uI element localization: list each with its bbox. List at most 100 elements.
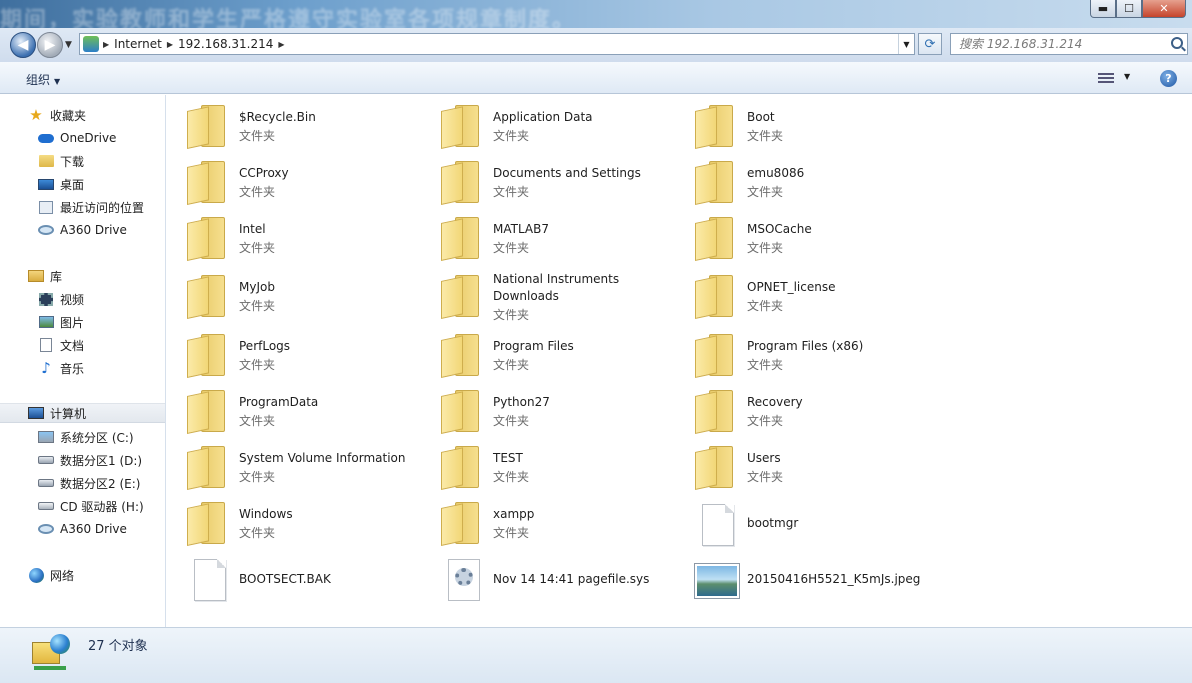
nav-downloads[interactable]: 下载 (0, 151, 165, 171)
view-options-dropdown[interactable]: ▼ (1124, 72, 1130, 81)
folder-item[interactable]: Program Files (x86) 文件夹 (675, 330, 925, 384)
organize-label: 组织 (26, 73, 51, 87)
nav-onedrive[interactable]: OneDrive (0, 128, 165, 148)
nav-drive-d[interactable]: 数据分区1 (D:) (0, 450, 165, 470)
folder-item[interactable]: OPNET_license 文件夹 (675, 271, 925, 325)
folder-item[interactable]: Users 文件夹 (675, 442, 925, 496)
breadcrumb-host[interactable]: 192.168.31.214 (173, 37, 278, 51)
image-file-item[interactable]: 20150416H5521_K5mJs.jpeg (675, 555, 925, 609)
address-row: ◀ ▶ ▼ ▶ Internet ▶ 192.168.31.214 ▶ ▼ ⟳ (0, 28, 1192, 62)
nav-recent-places[interactable]: 最近访问的位置 (0, 197, 165, 217)
nav-a360-drive-computer[interactable]: A360 Drive (0, 519, 165, 539)
maximize-button[interactable]: ☐ (1116, 0, 1142, 18)
item-name: PerfLogs (239, 339, 291, 353)
folder-icon (441, 334, 481, 378)
item-type: 文件夹 (239, 358, 276, 372)
nav-music[interactable]: ♪ 音乐 (0, 358, 165, 378)
file-list[interactable]: $Recycle.Bin 文件夹 Application Data 文件夹 Bo… (167, 95, 1192, 627)
hard-drive-icon (38, 476, 54, 490)
network-globe-icon (28, 567, 44, 583)
folder-icon (441, 105, 481, 149)
nav-desktop[interactable]: 桌面 (0, 174, 165, 194)
item-name: Boot (747, 110, 775, 124)
folder-item[interactable]: Program Files 文件夹 (421, 330, 671, 384)
cd-drive-icon (38, 499, 54, 513)
chevron-right-icon[interactable]: ▶ (278, 40, 284, 49)
folder-item[interactable]: ProgramData 文件夹 (167, 386, 417, 440)
nav-network[interactable]: 网络 (0, 565, 165, 585)
breadcrumb-internet[interactable]: Internet (109, 37, 167, 51)
organize-menu-button[interactable]: 组织 ▼ (26, 71, 60, 88)
folder-item[interactable]: Recovery 文件夹 (675, 386, 925, 440)
folder-icon (187, 217, 227, 261)
nav-favorites[interactable]: ★ 收藏夹 (0, 105, 165, 125)
refresh-button[interactable]: ⟳ (918, 33, 942, 55)
folder-item[interactable]: Documents and Settings 文件夹 (421, 157, 671, 211)
nav-videos[interactable]: 视频 (0, 289, 165, 309)
folder-item[interactable]: Intel 文件夹 (167, 213, 417, 267)
nav-libraries[interactable]: 库 (0, 266, 165, 286)
nav-a360-drive[interactable]: A360 Drive (0, 220, 165, 240)
address-bar[interactable]: ▶ Internet ▶ 192.168.31.214 ▶ ▼ (79, 33, 915, 55)
nav-pictures[interactable]: 图片 (0, 312, 165, 332)
nav-label: 计算机 (50, 406, 87, 421)
nav-documents[interactable]: 文档 (0, 335, 165, 355)
folder-item[interactable]: Windows 文件夹 (167, 498, 417, 552)
hard-drive-icon (38, 453, 54, 467)
recent-pages-dropdown[interactable]: ▼ (65, 40, 72, 50)
item-type: 文件夹 (493, 129, 530, 143)
folder-item[interactable]: Application Data 文件夹 (421, 101, 671, 155)
folder-icon (187, 161, 227, 205)
minimize-button[interactable]: ▬ (1090, 0, 1116, 18)
system-file-item[interactable]: Nov 14 14:41 pagefile.sys (421, 555, 671, 609)
search-box[interactable] (950, 33, 1188, 55)
item-type: 文件夹 (239, 129, 276, 143)
forward-button[interactable]: ▶ (37, 32, 63, 58)
back-button[interactable]: ◀ (10, 32, 36, 58)
file-icon (702, 504, 734, 546)
help-button[interactable]: ? (1160, 70, 1177, 87)
folder-icon (695, 105, 735, 149)
folder-item[interactable]: MyJob 文件夹 (167, 271, 417, 325)
navigation-pane[interactable]: ★ 收藏夹 OneDrive 下载 桌面 最近访问的位置 A360 Drive … (0, 95, 166, 627)
item-type: 文件夹 (239, 185, 276, 199)
folder-icon (441, 217, 481, 261)
item-name: Documents and Settings (493, 166, 641, 180)
nav-drive-c[interactable]: 系统分区 (C:) (0, 427, 165, 447)
nav-drive-h[interactable]: CD 驱动器 (H:) (0, 496, 165, 516)
item-type: 文件夹 (747, 241, 784, 255)
folder-item[interactable]: Python27 文件夹 (421, 386, 671, 440)
folder-item[interactable]: MATLAB7 文件夹 (421, 213, 671, 267)
item-name: MATLAB7 (493, 222, 549, 236)
folder-item[interactable]: emu8086 文件夹 (675, 157, 925, 211)
folder-item[interactable]: TEST 文件夹 (421, 442, 671, 496)
close-button[interactable]: ✕ (1142, 0, 1186, 18)
folder-item[interactable]: MSOCache 文件夹 (675, 213, 925, 267)
star-icon: ★ (29, 105, 43, 124)
folder-item[interactable]: Boot 文件夹 (675, 101, 925, 155)
item-name: bootmgr (747, 516, 799, 530)
change-view-button[interactable] (1098, 71, 1114, 85)
item-name: System Volume Information (239, 451, 406, 465)
folder-icon (695, 334, 735, 378)
file-item[interactable]: BOOTSECT.BAK (167, 555, 417, 609)
item-name: Program Files (x86) (747, 339, 864, 353)
folder-item[interactable]: PerfLogs 文件夹 (167, 330, 417, 384)
nav-drive-e[interactable]: 数据分区2 (E:) (0, 473, 165, 493)
picture-icon (38, 315, 54, 329)
folder-item[interactable]: System Volume Information 文件夹 (167, 442, 417, 496)
item-name: MyJob (239, 280, 275, 294)
search-icon[interactable] (1171, 37, 1183, 49)
folder-item[interactable]: xampp 文件夹 (421, 498, 671, 552)
file-item[interactable]: bootmgr (675, 498, 925, 552)
item-name: Recovery (747, 395, 803, 409)
downloads-folder-icon (38, 154, 54, 168)
folder-item[interactable]: National Instruments Downloads 文件夹 (421, 271, 671, 329)
item-name: Nov 14 14:41 pagefile.sys (493, 572, 650, 586)
nav-computer[interactable]: 计算机 (0, 403, 165, 423)
address-dropdown-button[interactable]: ▼ (898, 34, 914, 54)
folder-item[interactable]: $Recycle.Bin 文件夹 (167, 101, 417, 155)
folder-item[interactable]: CCProxy 文件夹 (167, 157, 417, 211)
item-type: 文件夹 (747, 358, 784, 372)
search-input[interactable] (951, 34, 1161, 54)
